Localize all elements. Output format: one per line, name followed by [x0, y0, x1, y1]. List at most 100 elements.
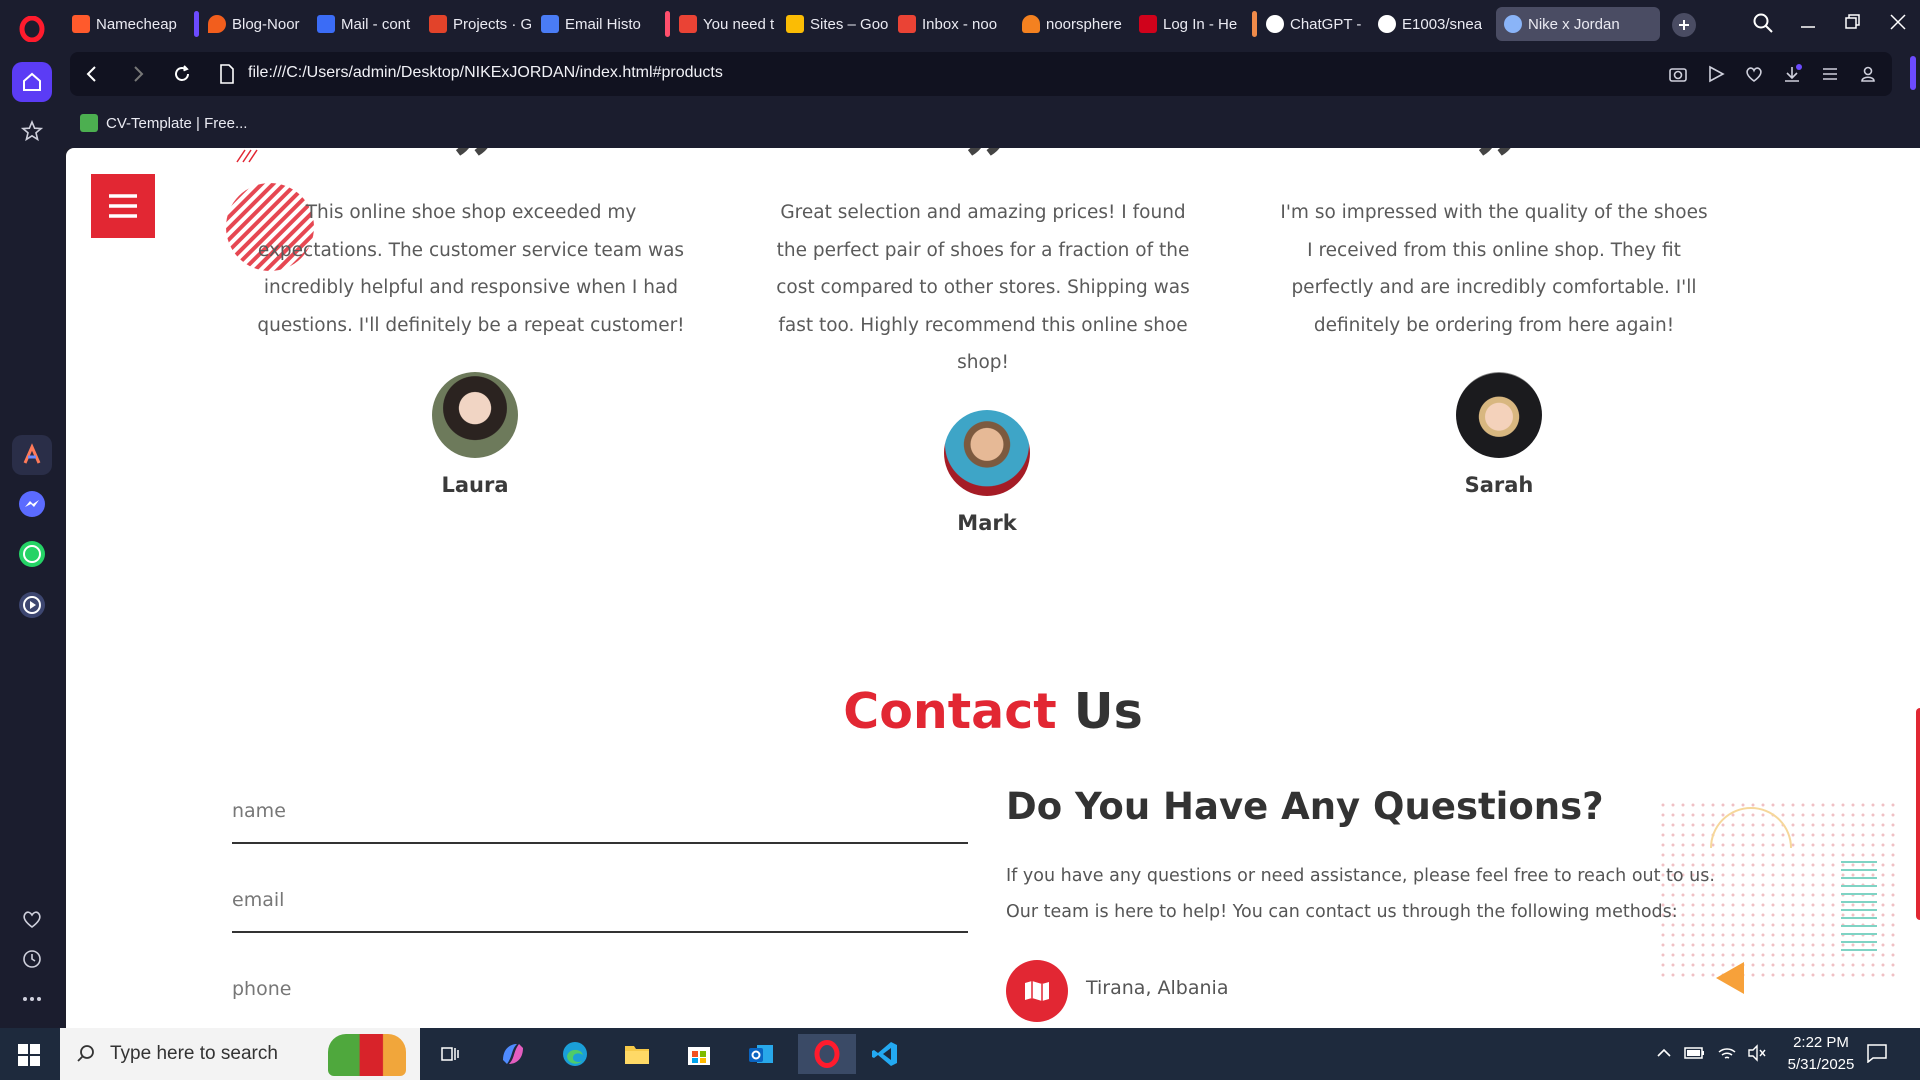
globe-icon: [1504, 15, 1522, 33]
google-ads-icon: [786, 15, 804, 33]
tab-email-history[interactable]: Email Histo: [533, 7, 643, 41]
cv-template-icon: [80, 114, 98, 132]
messenger-icon[interactable]: [12, 484, 52, 524]
reload-icon[interactable]: [172, 64, 192, 88]
tab-noorsphere[interactable]: noorsphere: [1014, 7, 1129, 41]
opera-sidebar: [0, 0, 64, 1028]
tab-nike-jordan[interactable]: Nike x Jordan: [1496, 7, 1660, 41]
outlook-icon[interactable]: [736, 1034, 786, 1074]
sidebar-panel-toggle[interactable]: [1910, 56, 1916, 90]
contact-section-title: Contact Us: [843, 683, 1143, 740]
url-field[interactable]: file:///C:/Users/admin/Desktop/NIKExJORD…: [248, 64, 723, 82]
tab-chatgpt[interactable]: ChatGPT -: [1258, 7, 1368, 41]
tab-group-marker: [665, 11, 670, 37]
battery-icon[interactable]: [1684, 1044, 1706, 1066]
easy-setup-icon[interactable]: [1820, 64, 1840, 88]
star-icon[interactable]: [12, 111, 52, 151]
triangle-decoration: [1716, 962, 1744, 994]
forward-icon[interactable]: [128, 64, 148, 88]
address-bar-area: file:///C:/Users/admin/Desktop/NIKExJORD…: [64, 48, 1920, 102]
map-icon: [1006, 960, 1068, 1022]
page-scrollbar[interactable]: [1916, 708, 1920, 920]
history-icon[interactable]: [12, 939, 52, 979]
parrots-image: [328, 1034, 406, 1076]
clock-date[interactable]: 5/31/2025: [1766, 1056, 1876, 1073]
tab-github[interactable]: E1003/snea: [1370, 7, 1482, 41]
wifi-icon[interactable]: [1717, 1044, 1737, 1066]
windows-start-icon[interactable]: [18, 1044, 40, 1070]
aria-icon[interactable]: [12, 435, 52, 475]
search-tabs-icon[interactable]: [1752, 12, 1774, 38]
back-icon[interactable]: [82, 64, 102, 88]
tab-namecheap[interactable]: Namecheap: [64, 7, 179, 41]
tab-group-marker: [194, 11, 199, 37]
download-icon[interactable]: [1782, 64, 1802, 88]
restore-icon[interactable]: [1843, 12, 1863, 36]
plus-icon: [1679, 20, 1689, 30]
snapshot-icon[interactable]: [1668, 64, 1688, 88]
edge-icon[interactable]: [550, 1034, 600, 1074]
heart-icon[interactable]: [12, 899, 52, 939]
email-field[interactable]: [232, 877, 968, 933]
player-icon[interactable]: [12, 585, 52, 625]
gmail-icon: [898, 15, 916, 33]
favorite-heart-icon[interactable]: [1744, 64, 1764, 88]
tab-group-marker: [1252, 11, 1257, 37]
name-input[interactable]: [232, 800, 968, 822]
minimize-icon[interactable]: [1798, 12, 1818, 36]
hamburger-menu-button[interactable]: [91, 174, 155, 238]
tab-login[interactable]: Log In - He: [1131, 7, 1241, 41]
tab-blog[interactable]: Blog-Noor: [200, 7, 307, 41]
chatgpt-icon: [1266, 15, 1284, 33]
file-icon: [218, 64, 236, 88]
firebase-icon: [208, 15, 226, 33]
login-h-icon: [1139, 15, 1157, 33]
github-icon: [1378, 15, 1396, 33]
bookmarks-bar: CV-Template | Free...: [64, 102, 1920, 148]
cloudflare-icon: [1022, 15, 1040, 33]
tab-mail[interactable]: Mail - cont: [309, 7, 419, 41]
volume-muted-icon[interactable]: [1747, 1044, 1767, 1066]
questions-heading: Do You Have Any Questions?: [1006, 785, 1604, 828]
avatar-mark: [944, 410, 1030, 496]
whatsapp-icon[interactable]: [12, 534, 52, 574]
new-tab-button[interactable]: [1672, 13, 1696, 37]
customer-name: Mark: [957, 511, 1017, 535]
tab-google-sites[interactable]: Sites – Goo: [778, 7, 888, 41]
send-icon[interactable]: [1706, 64, 1726, 88]
questions-text: If you have any questions or need assist…: [1006, 866, 1715, 922]
customer-name: Sarah: [1464, 473, 1534, 497]
profile-icon[interactable]: [1858, 64, 1878, 88]
chevron-up-icon[interactable]: [1655, 1044, 1673, 1066]
bookmark-cv-template[interactable]: CV-Template | Free...: [80, 114, 247, 132]
copilot-icon[interactable]: [488, 1034, 538, 1074]
opera-taskbar-icon[interactable]: [798, 1034, 856, 1074]
location-text: Tirana, Albania: [1086, 977, 1229, 999]
microsoft-store-icon[interactable]: [674, 1034, 724, 1074]
close-window-icon[interactable]: [1888, 12, 1908, 36]
taskbar-search[interactable]: Type here to search: [60, 1028, 420, 1080]
home-icon[interactable]: [12, 62, 52, 102]
file-explorer-icon[interactable]: [612, 1034, 662, 1074]
vscode-icon[interactable]: [860, 1034, 910, 1074]
lines-decoration: [1841, 861, 1877, 951]
phone-field[interactable]: [232, 966, 968, 1020]
avatar-laura: [432, 372, 518, 458]
tab-gmail-1[interactable]: You need t: [671, 7, 776, 41]
opera-logo-icon[interactable]: [19, 15, 45, 43]
gmail-icon: [679, 15, 697, 33]
tab-gmail-inbox[interactable]: Inbox - noo: [890, 7, 1002, 41]
notification-icon[interactable]: [1866, 1043, 1888, 1067]
testimonial-text: Great selection and amazing prices! I fo…: [776, 202, 1190, 373]
name-field[interactable]: [232, 788, 968, 844]
clock-time[interactable]: 2:22 PM: [1766, 1034, 1876, 1051]
more-icon[interactable]: [12, 979, 52, 1019]
email-input[interactable]: [232, 889, 968, 911]
task-view-icon[interactable]: [425, 1034, 475, 1074]
tab-projects[interactable]: Projects · G: [421, 7, 531, 41]
gitlab-icon: [429, 15, 447, 33]
avatar-sarah: [1456, 372, 1542, 458]
testimonial-text: I'm so impressed with the quality of the…: [1280, 202, 1708, 336]
windows-taskbar: Type here to search 2:22 PM 5/31/2025: [0, 1028, 1920, 1080]
phone-input[interactable]: [232, 978, 968, 1000]
